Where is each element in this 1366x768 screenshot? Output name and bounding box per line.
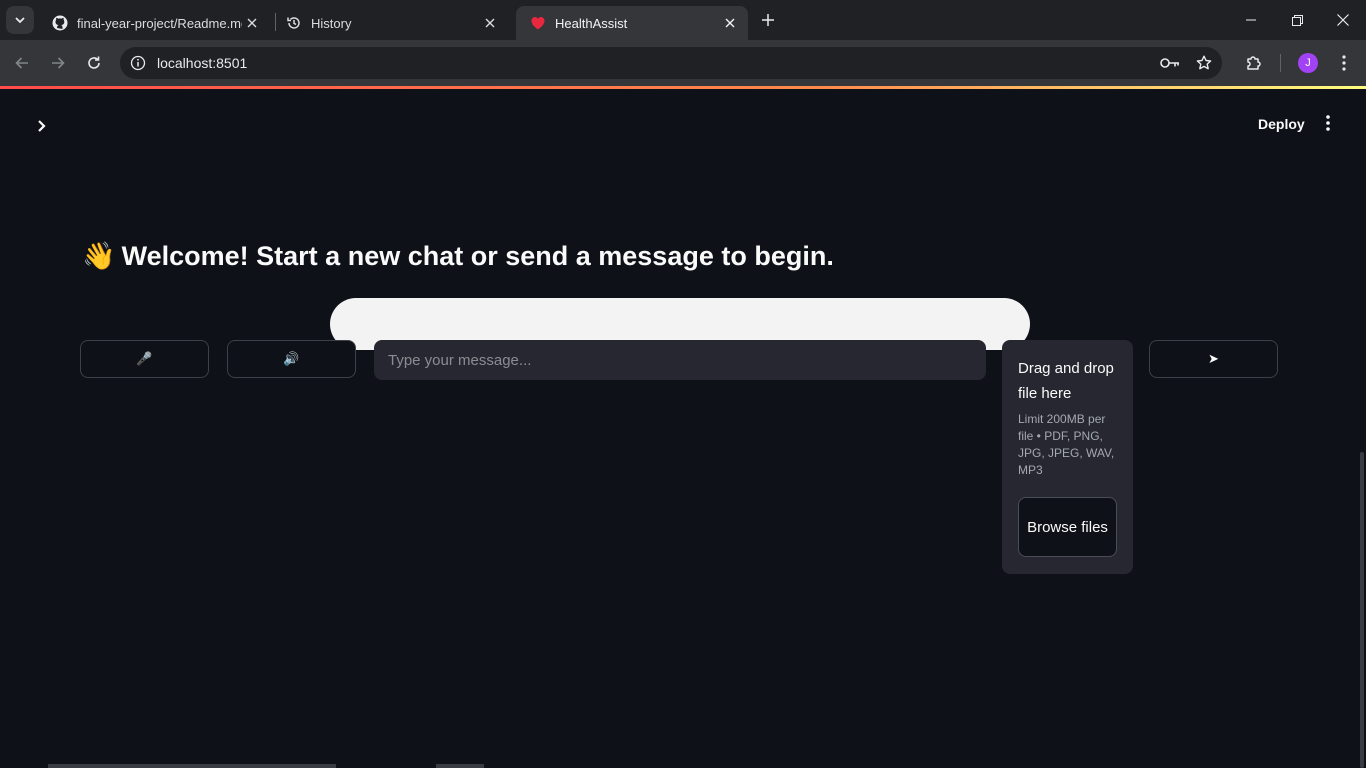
microphone-icon: 🎤 [136,351,153,366]
new-tab-button[interactable] [756,8,780,32]
tab-search-button[interactable] [6,6,34,34]
more-vertical-icon [1326,115,1330,131]
tab-healthassist[interactable]: HealthAssist [516,6,748,40]
sidebar-expand-button[interactable] [30,114,54,138]
send-icon: ➤ [1208,351,1219,366]
bottom-divider [436,764,484,768]
arrow-right-icon [52,57,65,69]
close-icon[interactable] [720,13,740,33]
uploader-limit-text: Limit 200MB per file • PDF, PNG, JPG, JP… [1018,412,1115,477]
close-window-button[interactable] [1320,0,1366,40]
url-text: localhost:8501 [157,55,248,71]
back-button[interactable] [8,49,36,77]
deploy-button[interactable]: Deploy [1250,110,1313,138]
close-icon[interactable] [242,13,262,33]
reload-icon [88,56,100,69]
minimize-icon [1246,19,1256,21]
heart-icon [530,15,546,31]
message-input[interactable] [374,340,986,380]
restore-button[interactable] [1274,0,1320,40]
arrow-left-icon [15,57,28,69]
speaker-button[interactable]: 🔊 [227,340,356,378]
close-icon [1337,14,1349,26]
welcome-text: Welcome! Start a new chat or send a mess… [121,241,834,271]
send-button[interactable]: ➤ [1149,340,1278,378]
profile-avatar[interactable]: J [1298,53,1318,73]
extensions-icon[interactable] [1242,51,1266,75]
welcome-heading: 👋 Welcome! Start a new chat or send a mes… [82,240,834,272]
bottom-divider [48,764,336,768]
chevron-down-icon [15,17,25,24]
chevron-right-icon [38,120,46,132]
browse-files-button[interactable]: Browse files [1018,497,1117,557]
browser-toolbar: localhost:8501 J [0,40,1366,86]
tab-title: HealthAssist [555,15,628,31]
site-info-icon[interactable] [128,53,148,73]
github-icon [52,15,68,31]
restore-icon [1291,14,1303,26]
reload-button[interactable] [80,49,108,77]
tab-history[interactable]: History [272,6,508,40]
app-loading-gradient-bar [0,86,1366,89]
browser-tab-strip: final-year-project/Readme.md at main His… [0,0,1366,40]
tab-readme[interactable]: final-year-project/Readme.md at main [38,6,270,40]
close-icon[interactable] [480,13,500,33]
star-icon[interactable] [1194,53,1214,73]
plus-icon [762,14,774,26]
browser-menu-icon[interactable] [1332,51,1356,75]
tab-title: History [311,15,352,31]
toolbar-separator [1280,54,1281,72]
key-icon[interactable] [1160,53,1180,73]
history-icon [286,15,302,31]
page-scrollbar[interactable] [1360,452,1364,768]
uploader-title: Drag and drop file here [1018,360,1114,402]
minimize-button[interactable] [1228,0,1274,40]
tab-title: final-year-project/Readme.md at main [77,15,242,31]
forward-button[interactable] [44,49,72,77]
address-bar[interactable]: localhost:8501 [120,47,1222,79]
microphone-button[interactable]: 🎤 [80,340,209,378]
file-uploader-dropzone[interactable]: Drag and drop file here Limit 200MB per … [1002,340,1133,574]
speaker-icon: 🔊 [283,351,300,366]
main-menu-button[interactable] [1316,111,1340,135]
waving-hand-icon: 👋 [82,241,116,271]
